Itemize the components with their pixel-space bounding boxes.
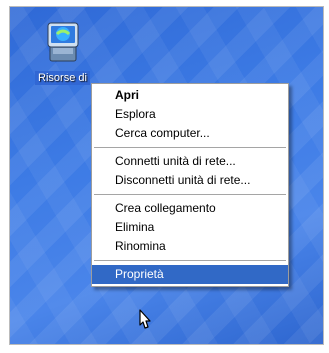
menu-item-elimina[interactable]: Elimina [92, 218, 288, 237]
menu-item-connetti-unità-di-rete[interactable]: Connetti unità di rete... [92, 152, 288, 171]
menu-item-proprietà[interactable]: Proprietà [92, 265, 288, 284]
menu-item-disconnetti-unità-di-rete[interactable]: Disconnetti unità di rete... [92, 171, 288, 190]
menu-separator [94, 147, 286, 148]
desktop[interactable]: Risorse di Apri Esplora Cerca computer... C… [9, 6, 324, 345]
menu-item-apri[interactable]: Apri [92, 86, 288, 105]
my-computer-desktop-icon[interactable]: Risorse di [20, 19, 105, 85]
menu-item-rinomina[interactable]: Rinomina [92, 237, 288, 256]
menu-item-esplora[interactable]: Esplora [92, 105, 288, 124]
menu-item-crea-collegamento[interactable]: Crea collegamento [92, 199, 288, 218]
my-computer-icon [40, 19, 86, 65]
desktop-icon-label: Risorse di [35, 71, 90, 85]
menu-separator [94, 260, 286, 261]
menu-separator [94, 194, 286, 195]
menu-item-cerca-computer[interactable]: Cerca computer... [92, 124, 288, 143]
context-menu: Apri Esplora Cerca computer... Connetti uni… [91, 83, 289, 287]
mouse-cursor-icon [139, 309, 151, 329]
